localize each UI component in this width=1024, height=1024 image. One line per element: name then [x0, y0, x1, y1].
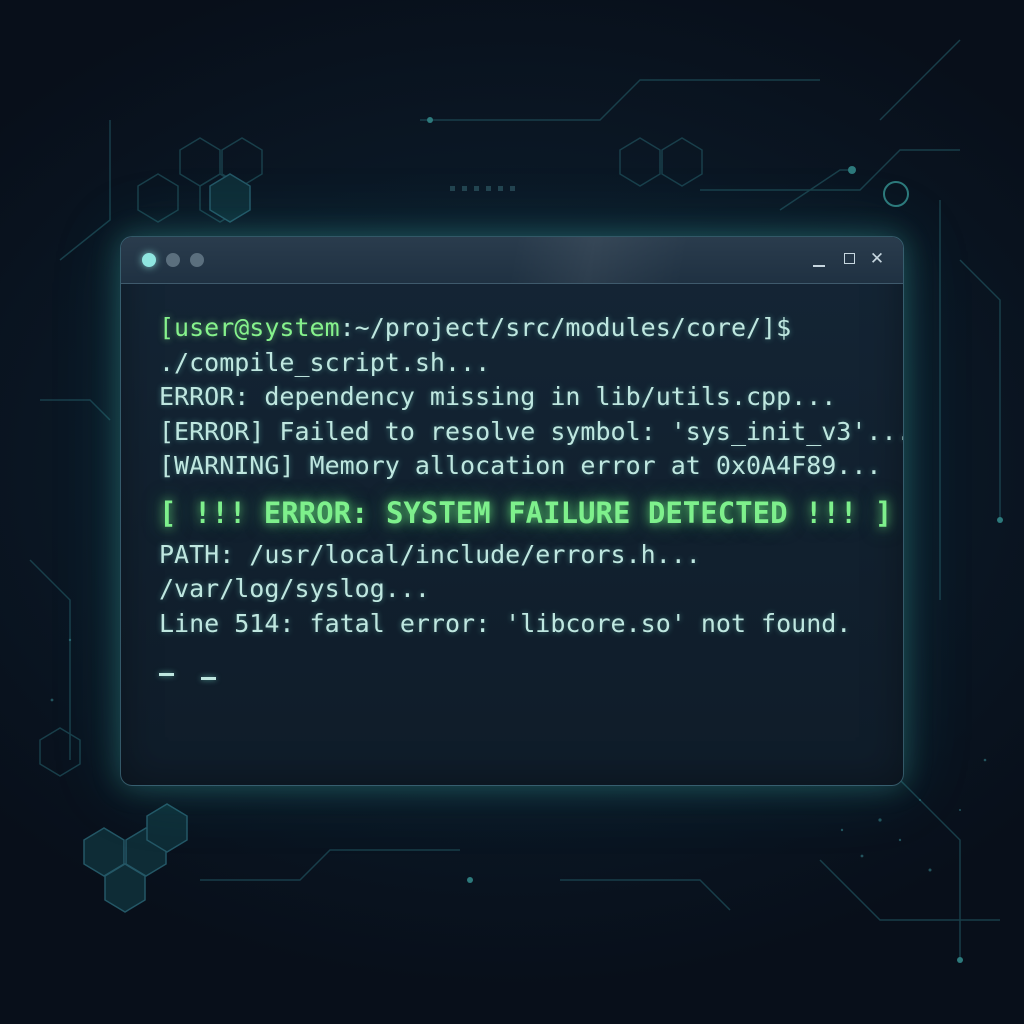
maximize-box [843, 253, 855, 264]
title-bar-shine [121, 237, 903, 283]
cursor-underscore [159, 673, 174, 676]
output-line: PATH: /usr/local/include/errors.h... [159, 539, 701, 569]
terminal-window[interactable]: ✕ [user@system:~/project/src/modules/cor… [120, 236, 904, 786]
maximize-icon[interactable] [839, 248, 859, 270]
close-icon[interactable]: ✕ [867, 248, 887, 270]
prompt-user: [user@system [159, 313, 340, 342]
traffic-light-inactive[interactable] [190, 253, 204, 267]
prompt-line: [user@system:~/project/src/modules/core/… [159, 311, 889, 346]
traffic-light-inactive[interactable] [166, 253, 180, 267]
input-line[interactable] [159, 653, 889, 683]
minimize-bar [813, 265, 825, 267]
output-line: ./compile_script.sh... [159, 347, 491, 377]
output-line: [WARNING] Memory allocation error at 0x0… [159, 451, 882, 480]
minimize-icon[interactable] [809, 248, 829, 270]
output-line: ERROR: dependency missing in lib/utils.c… [159, 382, 837, 411]
system-failure-alert: [ !!! ERROR: SYSTEM FAILURE DETECTED !!!… [159, 495, 893, 530]
output-line: Line 514: fatal error: 'libcore.so' not … [159, 608, 852, 638]
prompt-path: :~/project/src/modules/core/]$ [339, 313, 792, 342]
output-line: /var/log/syslog... [159, 574, 430, 603]
blinking-cursor [201, 677, 216, 680]
title-bar[interactable]: ✕ [121, 237, 903, 284]
terminal-output[interactable]: [user@system:~/project/src/modules/core/… [159, 311, 904, 683]
traffic-light-active[interactable] [142, 253, 156, 267]
output-line: [ERROR] Failed to resolve symbol: 'sys_i… [159, 416, 904, 446]
